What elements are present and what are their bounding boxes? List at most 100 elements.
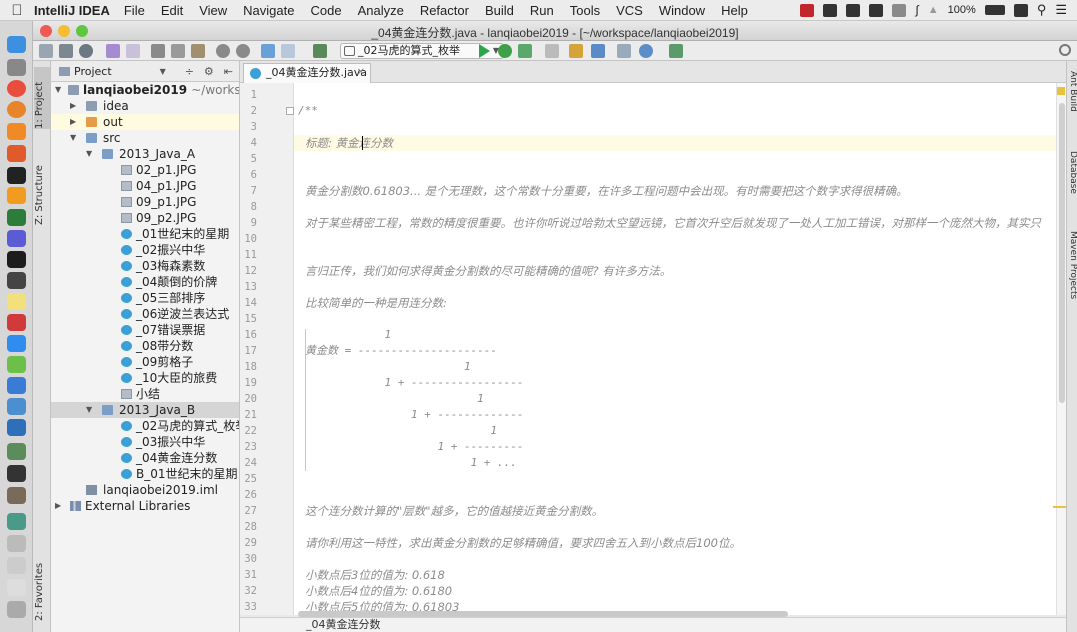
menu-window[interactable]: Window [659, 3, 705, 18]
fold-icon[interactable] [286, 107, 294, 115]
tools-icon[interactable] [569, 44, 583, 58]
app-icon[interactable] [7, 465, 26, 482]
menu-file[interactable]: File [124, 3, 145, 18]
tree-item-class[interactable]: _04颠倒的价牌 [51, 274, 239, 290]
help-icon[interactable] [639, 44, 653, 58]
analysis-status-icon[interactable] [1057, 87, 1065, 95]
tree-item-iml[interactable]: lanqiaobei2019.iml [51, 482, 239, 498]
run-icon[interactable] [479, 44, 490, 58]
tree-item-class[interactable]: B_01世纪末的星期 [51, 466, 239, 482]
tree-item-class[interactable]: _02振兴中华 [51, 242, 239, 258]
collapse-icon[interactable]: ÷ [185, 65, 194, 78]
app-status-icon[interactable] [869, 3, 884, 17]
app-icon[interactable] [7, 535, 26, 552]
chrome-icon[interactable] [7, 80, 26, 97]
menu-edit[interactable]: Edit [161, 3, 183, 18]
code-editor[interactable]: /** 标题: 黄金连分数 黄金分割数0.61803... 是个无理数，这个常数… [294, 83, 1056, 615]
cut-icon[interactable] [151, 44, 165, 58]
find-icon[interactable] [216, 44, 230, 58]
sublime-icon[interactable] [7, 187, 26, 204]
chevron-right-icon[interactable]: ▶ [55, 498, 61, 514]
plugin-icon[interactable] [669, 44, 683, 58]
battery-icon[interactable] [984, 5, 1005, 15]
app-icon[interactable] [7, 356, 26, 373]
bluetooth-icon[interactable]: ∫ [915, 3, 918, 17]
app-status-icon[interactable] [846, 3, 861, 17]
stop-icon[interactable] [545, 44, 559, 58]
redo-icon[interactable] [126, 44, 140, 58]
app-status-icon[interactable] [1013, 3, 1028, 17]
intellij-icon[interactable] [7, 251, 26, 268]
app-icon[interactable] [7, 579, 26, 596]
app-icon[interactable] [7, 314, 26, 331]
list-icon[interactable]: ☰ [1055, 2, 1067, 18]
finder-icon[interactable] [7, 36, 26, 53]
menu-analyze[interactable]: Analyze [358, 3, 404, 18]
tree-item-libraries[interactable]: ▶ External Libraries [51, 498, 239, 514]
menu-refactor[interactable]: Refactor [420, 3, 469, 18]
chevron-down-icon[interactable]: ▼ [86, 402, 92, 418]
chevron-down-icon[interactable]: ▼ [86, 146, 92, 162]
tool-window-favorites[interactable]: 2: Favorites [34, 555, 50, 621]
tree-item-root[interactable]: ▼ lanqiaobei2019 ~/worksp [51, 82, 239, 98]
tree-item-java-a[interactable]: ▼ 2013_Java_A [51, 146, 239, 162]
app-icon[interactable] [7, 601, 26, 618]
tree-item-file[interactable]: 04_p1.JPG [51, 178, 239, 194]
debug-icon[interactable] [498, 44, 512, 58]
chevron-down-icon[interactable]: ▼ [70, 130, 76, 146]
editor-vertical-scrollbar[interactable] [1053, 83, 1067, 615]
app-icon[interactable] [7, 398, 26, 415]
tree-item-class[interactable]: _02马虎的算式_枚举 [51, 418, 239, 434]
app-icon[interactable] [7, 487, 26, 504]
tree-item-class[interactable]: _03振兴中华 [51, 434, 239, 450]
tree-item-class[interactable]: _05三部排序 [51, 290, 239, 306]
sync-icon[interactable] [79, 44, 93, 58]
chevron-down-icon[interactable]: ▼ [160, 67, 166, 76]
chevron-down-icon[interactable]: ▼ [55, 82, 61, 98]
paste-icon[interactable] [191, 44, 205, 58]
tool-window-ant-build[interactable]: Ant Build [1067, 71, 1077, 131]
browser-icon[interactable] [7, 101, 26, 118]
copy-icon[interactable] [171, 44, 185, 58]
battery-text[interactable]: 100% [948, 4, 976, 16]
menu-code[interactable]: Code [310, 3, 341, 18]
hide-icon[interactable]: ⇤ [224, 65, 233, 78]
sdk-icon[interactable] [617, 44, 631, 58]
build-icon[interactable] [313, 44, 327, 58]
menu-run[interactable]: Run [530, 3, 554, 18]
breadcrumb-item[interactable]: _04黄金连分数 [306, 618, 381, 631]
tree-item-file[interactable]: 02_p1.JPG [51, 162, 239, 178]
app-icon[interactable] [7, 513, 26, 530]
project-structure-icon[interactable] [591, 44, 605, 58]
tree-item-class[interactable]: _10大臣的旅费 [51, 370, 239, 386]
forward-icon[interactable] [281, 44, 295, 58]
tree-item-file[interactable]: 09_p2.JPG [51, 210, 239, 226]
tool-window-structure[interactable]: Z: Structure [34, 151, 50, 225]
chevron-right-icon[interactable]: ▶ [70, 98, 76, 114]
tree-item-src[interactable]: ▼ src [51, 130, 239, 146]
app-icon[interactable] [7, 230, 26, 247]
tree-item-file[interactable]: 09_p1.JPG [51, 194, 239, 210]
tool-window-project[interactable]: 1: Project [34, 67, 50, 129]
open-folder-icon[interactable] [39, 44, 53, 58]
scrollbar-thumb[interactable] [1059, 103, 1065, 403]
launchpad-icon[interactable] [7, 59, 26, 76]
undo-icon[interactable] [106, 44, 120, 58]
save-icon[interactable] [59, 44, 73, 58]
app-icon[interactable] [7, 557, 26, 574]
close-icon[interactable]: ✕ [357, 64, 365, 82]
tree-item-class[interactable]: _09剪格子 [51, 354, 239, 370]
project-view-select[interactable]: Project [74, 65, 112, 78]
notes-icon[interactable] [7, 293, 26, 310]
warning-marker[interactable] [1053, 506, 1067, 508]
search-icon[interactable]: ⚲ [1037, 2, 1047, 18]
wifi-icon[interactable]: ▲ [928, 4, 939, 16]
app-status-icon[interactable] [823, 3, 838, 17]
tree-item-class[interactable]: _06逆波兰表达式 [51, 306, 239, 322]
apple-icon[interactable]:  [0, 2, 34, 19]
tree-item-java-b[interactable]: ▼ 2013_Java_B [51, 402, 239, 418]
search-everywhere-icon[interactable] [1059, 44, 1071, 56]
tree-item-idea[interactable]: ▶ idea [51, 98, 239, 114]
coverage-icon[interactable] [518, 44, 532, 58]
gear-icon[interactable]: ⚙ [204, 65, 214, 78]
